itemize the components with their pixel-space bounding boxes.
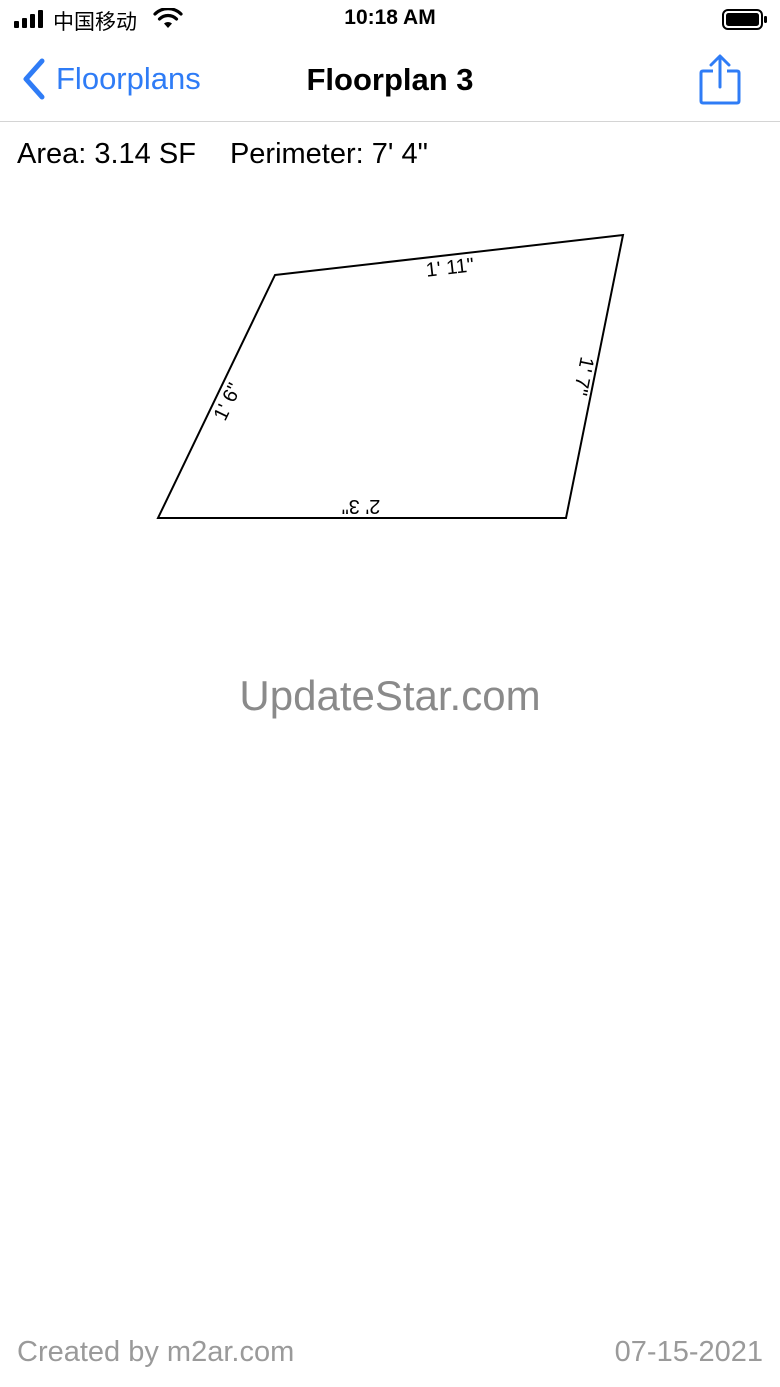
status-time: 10:18 AM [344, 6, 436, 29]
floorplan-outline [156, 233, 625, 519]
area-value: Area: 3.14 SF [17, 138, 196, 170]
watermark-text: UpdateStar.com [239, 672, 541, 719]
edge-label-left: 1' 6" [210, 380, 247, 424]
edge-label-top: 1' 11" [425, 254, 476, 281]
edge-label-right: 1' 7" [568, 355, 597, 397]
navigation-bar: Floorplans Floorplan 3 [0, 40, 780, 122]
edge-label-bottom: 2' 3" [342, 495, 381, 517]
share-icon[interactable] [698, 54, 742, 106]
date-label: 07-15-2021 [614, 1336, 763, 1368]
battery-icon [722, 9, 767, 30]
page-title: Floorplan 3 [306, 62, 474, 97]
floorplan-drawing: 1' 11" 1' 7" 2' 3" 1' 6" [156, 233, 625, 519]
measurement-summary: Area: 3.14 SF Perimeter: 7' 4" [17, 138, 428, 171]
created-by-label: Created by m2ar.com [17, 1336, 295, 1368]
perimeter-value: Perimeter: 7' 4" [229, 138, 428, 170]
status-bar: 中国移动 10:18 AM [0, 0, 780, 40]
